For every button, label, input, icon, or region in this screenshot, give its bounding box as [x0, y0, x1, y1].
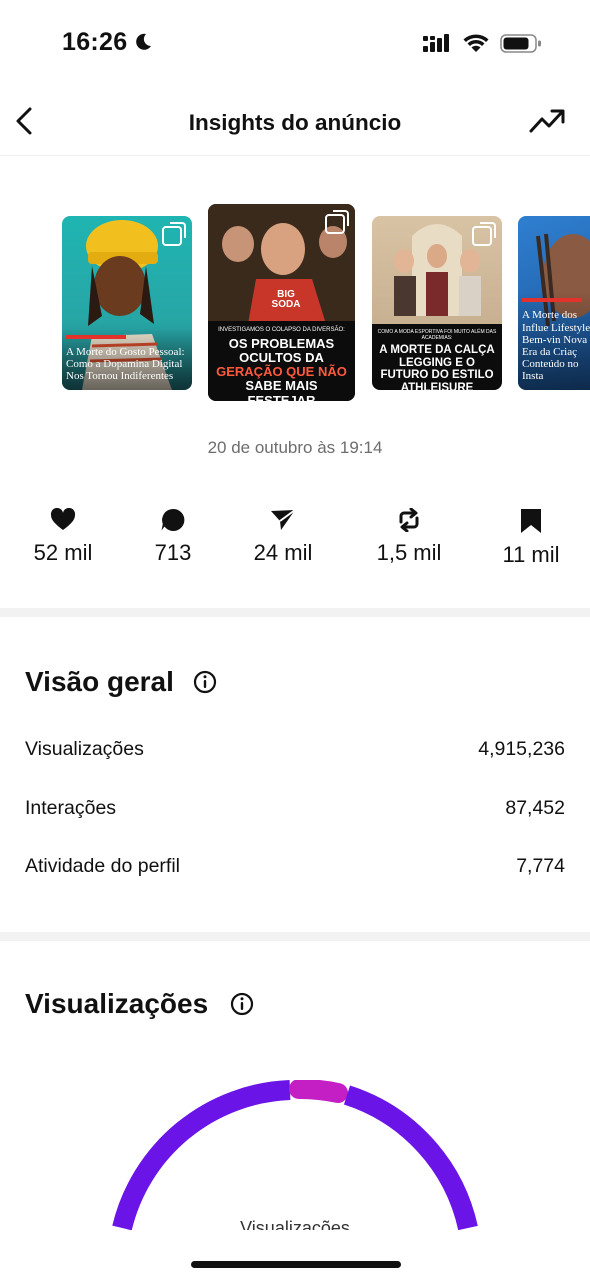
- gauge-label: Visualizações: [240, 1218, 350, 1230]
- thumbnail-caption: INVESTIGAMOS O COLAPSO DA DIVERSÃO: OS P…: [208, 321, 355, 401]
- shirt-text: BIG SODA: [271, 289, 301, 310]
- carousel-icon: [162, 222, 186, 246]
- thumbnail-kicker: COMO A MODA ESPORTIVA FOI MUITO ALÉM DAS…: [377, 329, 497, 341]
- signal-icon: [423, 34, 449, 52]
- overview-title: Visão geral: [25, 666, 174, 697]
- overview-row-profile-activity: Atividade do perfil 7,774: [25, 855, 565, 885]
- post-thumbnail-2[interactable]: BIG SODA INVESTIGAMOS O COLAPSO DA DIVER…: [208, 204, 355, 401]
- status-bar: 16:26: [0, 0, 590, 90]
- row-value: 4,915,236: [478, 738, 565, 760]
- metric-shares: 24 mil: [228, 508, 338, 566]
- thumbnail-caption: A Morte dos Influe Lifestyle: Bem-vin No…: [518, 291, 590, 390]
- metric-value: 11 mil: [502, 542, 560, 567]
- wifi-icon: [463, 34, 489, 52]
- metric-value: 24 mil: [253, 540, 313, 565]
- views-title: Visualizações: [25, 988, 209, 1019]
- row-label: Atividade do perfil: [25, 855, 181, 877]
- thumbnail-caption-text: OS PROBLEMAS OCULTOS DA GERAÇÃO QUE NÃO …: [212, 335, 351, 401]
- post-thumbnail-1[interactable]: A Morte do Gosto Pessoal: Como a Dopamin…: [62, 216, 192, 390]
- row-value: 7,774: [516, 855, 565, 877]
- post-thumbnail-3[interactable]: COMO A MODA ESPORTIVA FOI MUITO ALÉM DAS…: [372, 216, 502, 390]
- carousel-icon: [325, 210, 349, 234]
- carousel-icon: [472, 222, 496, 246]
- info-icon[interactable]: [230, 992, 254, 1016]
- thumbnail-kicker: INVESTIGAMOS O COLAPSO DA DIVERSÃO:: [218, 327, 345, 333]
- moon-icon: [136, 33, 151, 50]
- trending-up-icon[interactable]: [528, 106, 566, 136]
- overview-row-interactions: Interações 87,452: [25, 797, 565, 827]
- section-divider: [0, 608, 590, 617]
- gauge-arc: [112, 1080, 478, 1230]
- thumbnail-caption-text: A Morte do Gosto Pessoal: Como a Dopamin…: [66, 345, 185, 382]
- post-carousel[interactable]: A Morte do Gosto Pessoal: Como a Dopamin…: [0, 204, 590, 404]
- section-divider: [0, 932, 590, 941]
- row-value: 87,452: [505, 797, 565, 819]
- battery-icon: [500, 34, 541, 53]
- thumbnail-caption-text: A MORTE DA CALÇA LEGGING E O FUTURO DO E…: [379, 344, 495, 390]
- metric-likes: 52 mil: [8, 508, 118, 566]
- metric-reposts: 1,5 mil: [354, 508, 464, 566]
- row-label: Interações: [25, 797, 117, 819]
- info-icon[interactable]: [193, 670, 217, 694]
- metric-saves: 11 mil: [476, 508, 586, 568]
- views-gauge: Visualizações: [0, 1080, 590, 1230]
- gauge-segment-nonfollowers: [289, 1080, 348, 1103]
- thumbnail-caption: A Morte do Gosto Pessoal: Como a Dopamin…: [62, 327, 192, 390]
- home-indicator[interactable]: [191, 1261, 401, 1268]
- caption-part: OS PROBLEMAS OCULTOS DA: [228, 335, 335, 365]
- tag-bar: [66, 334, 126, 339]
- status-time: 16:26: [62, 28, 128, 56]
- row-label: Visualizações: [25, 738, 144, 760]
- metric-value: 52 mil: [33, 540, 93, 565]
- comment-icon: [161, 508, 185, 531]
- post-thumbnail-4[interactable]: A Morte dos Influe Lifestyle: Bem-vin No…: [518, 216, 590, 390]
- gauge-segment-followers: [112, 1080, 291, 1230]
- bookmark-icon: [521, 509, 541, 533]
- heart-icon: [50, 508, 76, 530]
- caption-part: SABE MAIS FESTEJAR: [245, 378, 318, 401]
- caption-highlight: GERAÇÃO QUE NÃO: [216, 364, 347, 380]
- share-icon: [271, 509, 296, 530]
- page-title: Insights do anúncio: [188, 110, 402, 135]
- post-date: 20 de outubro às 19:14: [207, 438, 383, 457]
- tag-bar: [522, 298, 582, 303]
- metric-value: 1,5 mil: [376, 540, 442, 565]
- thumbnail-caption-text: A Morte dos Influe Lifestyle: Bem-vin No…: [522, 309, 590, 382]
- thumbnail-caption: COMO A MODA ESPORTIVA FOI MUITO ALÉM DAS…: [372, 324, 502, 390]
- overview-row-views: Visualizações 4,915,236: [25, 738, 565, 768]
- gauge-segment-rest: [343, 1085, 478, 1230]
- metric-value: 713: [154, 540, 192, 565]
- metric-comments: 713: [118, 508, 228, 566]
- repost-icon: [399, 508, 419, 532]
- header: Insights do anúncio: [0, 90, 590, 156]
- engagement-metrics: 52 mil 713 24 mil 1,5 mil 11 mil: [0, 508, 590, 578]
